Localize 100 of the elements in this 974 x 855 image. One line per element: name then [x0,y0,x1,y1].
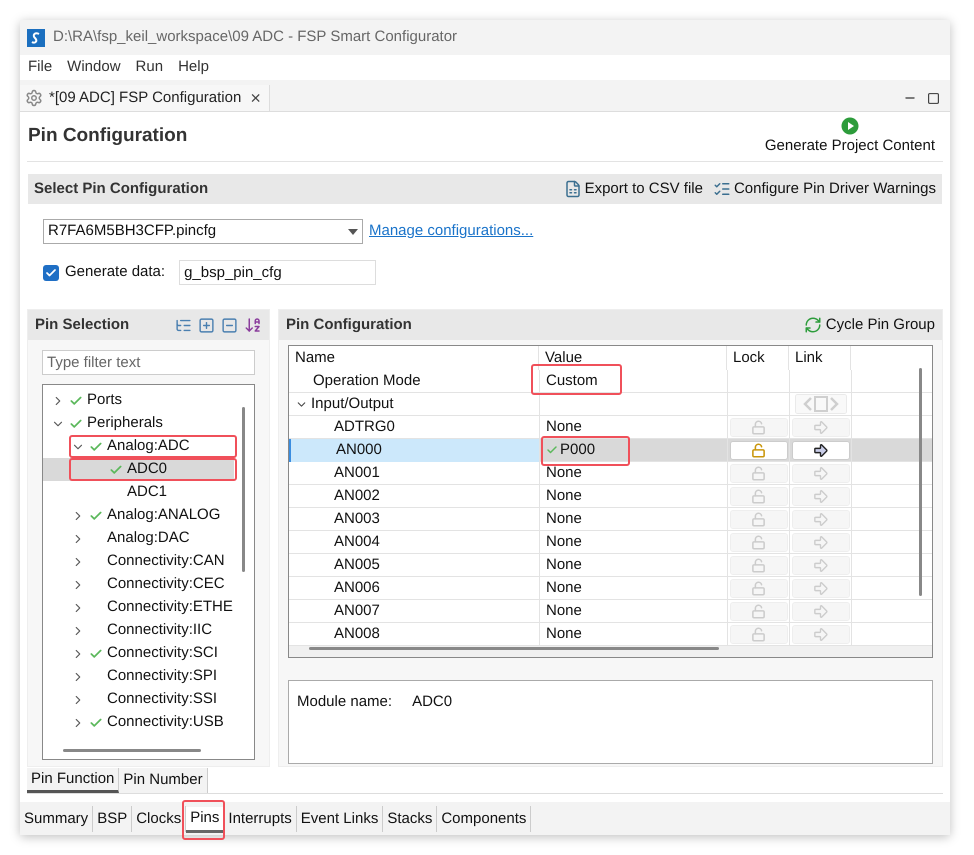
tree-item[interactable]: Peripherals [43,412,234,435]
lock-icon [751,442,766,458]
expand-all-icon[interactable] [198,316,215,334]
scrollbar[interactable] [242,407,245,572]
table-cell-text: AN004 [334,532,380,552]
cycle-pin-group-button[interactable]: Cycle Pin Group [804,314,935,336]
table-cell-text: None [546,532,582,552]
menu-item[interactable]: Window [67,56,121,79]
menu-item[interactable]: Help [178,56,209,79]
view-tab[interactable]: Pin Number [119,768,208,793]
toolbar-button[interactable]: Export to CSV file [564,178,703,200]
table-cell-text: None [546,417,582,437]
arrow-icon [812,464,829,482]
tree-item[interactable]: Connectivity:CAN [43,550,234,573]
link-button[interactable] [792,440,850,460]
scrollbar[interactable] [919,368,922,596]
spreadsheet-icon [564,180,582,198]
panel-title: Pin Configuration [286,314,412,335]
gear-icon [25,89,43,107]
tree-item[interactable]: Analog:ANALOG [43,504,234,527]
table-cell-text: AN006 [334,578,380,598]
tree-item[interactable]: Connectivity:SSI [43,688,234,711]
tree-item[interactable]: Connectivity:SCI [43,642,234,665]
scrollbar[interactable] [309,647,719,650]
generate-data-checkbox[interactable] [43,264,59,280]
table-cell-text: None [546,555,582,575]
checklist-icon [712,180,731,198]
arrow-icon [812,602,829,620]
sort-icon[interactable] [244,316,262,334]
refresh-icon [804,316,822,334]
column-header[interactable]: Name [289,346,539,370]
tree-item[interactable]: Connectivity:SPI [43,665,234,688]
tree-item[interactable]: Analog:DAC [43,527,234,550]
check-icon [45,266,57,278]
toolbar-button[interactable]: Configure Pin Driver Warnings [712,178,936,200]
page-tab[interactable]: BSP [93,806,132,832]
menu-item[interactable]: Run [136,56,164,79]
table-cell-text: None [546,578,582,598]
table-cell-text: Custom [546,371,598,391]
filter-field[interactable]: Type filter text [42,350,255,375]
column-header[interactable]: Lock [727,346,789,370]
lock-icon [751,626,766,642]
window-title: D:\RA\fsp_keil_workspace\09 ADC - FSP Smart Configurator [53,27,458,48]
editor-tab[interactable]: *[09 ADC] FSP Configuration × [20,85,270,111]
module-label: Module name: [297,692,392,712]
collapse-all-icon[interactable] [221,316,238,334]
arrow-icon [812,626,829,643]
table-cell-text: AN008 [334,624,380,644]
page-tab[interactable]: Event Links [296,806,384,832]
column-header[interactable]: Link [789,346,851,370]
generate-data-field[interactable]: g_bsp_pin_cfg [179,260,376,285]
maximize-icon[interactable] [927,92,940,104]
page-tab[interactable]: Components [437,806,532,832]
page-tab[interactable]: Interrupts [224,806,297,832]
module-value: ADC0 [412,692,452,712]
tree-item[interactable]: Analog:ADC [43,435,234,458]
table-cell-text: Input/Output [311,394,394,414]
tree-item[interactable]: Connectivity:IIC [43,619,234,642]
arrow-icon [812,510,829,528]
tree-item[interactable]: Connectivity:USB [43,711,234,734]
arrow-icon [812,580,829,597]
close-button[interactable]: × [247,84,264,112]
section-title: Select Pin Configuration [34,178,208,199]
table-cell-text: None [546,624,582,644]
table-cell-text: ADTRG0 [334,417,395,437]
table-cell-text: AN001 [334,463,380,483]
play-icon [840,117,859,136]
lock-icon [751,466,766,481]
table-cell-text: Operation Mode [312,371,422,391]
app-logo-icon [27,28,45,46]
table-cell-text: None [546,601,582,621]
table-cell-text: AN003 [334,509,380,529]
config-dropdown[interactable]: R7FA6M5BH3CFP.pincfg [43,219,363,244]
page-tab[interactable]: Summary [20,806,94,832]
generate-button[interactable]: Generate Project Content [764,115,943,158]
tree-item[interactable]: Connectivity:ETHE [43,596,234,619]
lock-icon [751,558,766,573]
table-cell-text: AN005 [334,555,380,575]
scrollbar[interactable] [63,749,201,752]
tree-item[interactable]: ADC0 [43,458,234,481]
lock-icon [751,534,766,550]
tree-item[interactable]: Ports [43,389,234,412]
manage-link[interactable]: Manage configurations... [369,220,534,243]
view-tab[interactable]: Pin Function [27,768,120,793]
page-tab[interactable]: Pins [186,806,224,833]
table-cell-text: AN000 [336,440,382,460]
panel-title: Pin Selection [35,314,130,335]
page-tab[interactable]: Stacks [383,806,438,832]
lock-icon [751,580,766,596]
menu-item[interactable]: File [28,56,52,79]
column-header[interactable]: Value [539,346,727,370]
arrow-icon [812,556,829,574]
lock-icon [751,512,766,527]
highlight-frame [182,800,226,840]
table-cell-text: AN002 [334,486,380,506]
tree-item[interactable]: ADC1 [43,481,234,504]
tree-item[interactable]: Connectivity:CEC [43,573,234,596]
table-cell-text: None [546,463,582,483]
table-cell-text: None [546,486,582,506]
dropdown-arrow-icon [348,228,358,234]
